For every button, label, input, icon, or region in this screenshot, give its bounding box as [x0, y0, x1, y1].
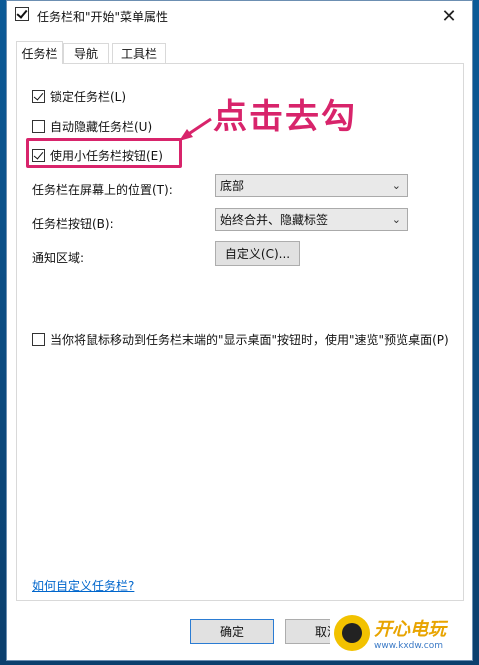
lock-taskbar-label: 锁定任务栏(L)	[50, 90, 127, 104]
autohide-label: 自动隐藏任务栏(U)	[50, 120, 153, 134]
watermark-logo-icon	[334, 615, 370, 651]
watermark-text: 开心电玩 www.kxdw.com	[374, 615, 446, 651]
notify-area-label: 通知区域:	[32, 251, 85, 265]
chevron-down-icon: ⌄	[391, 179, 401, 192]
ok-button[interactable]: 确定	[190, 619, 274, 644]
position-value: 底部	[220, 179, 245, 193]
window-title: 任务栏和"开始"菜单属性	[37, 10, 169, 24]
watermark-url: www.kxdw.com	[374, 641, 443, 651]
annotation-text: 点击去勾	[213, 97, 357, 137]
small-buttons-checkbox[interactable]	[32, 149, 45, 162]
tab-taskbar[interactable]: 任务栏	[16, 41, 63, 64]
close-button[interactable]: ✕	[426, 1, 472, 31]
lock-taskbar-checkbox[interactable]	[32, 90, 45, 103]
small-buttons-label: 使用小任务栏按钮(E)	[50, 149, 163, 163]
title-bar: 任务栏和"开始"菜单属性 ✕	[7, 1, 472, 31]
annotation-arrow-icon	[179, 117, 212, 141]
taskbar-buttons-label: 任务栏按钮(B):	[32, 217, 114, 231]
taskbar-buttons-value: 始终合并、隐藏标签	[220, 213, 329, 227]
peek-label: 当你将鼠标移动到任务栏末端的"显示桌面"按钮时，使用"速览"预览桌面(P)	[50, 333, 449, 347]
lock-taskbar-option[interactable]: 锁定任务栏(L)	[32, 88, 126, 105]
taskbar-buttons-select[interactable]: 始终合并、隐藏标签 ⌄	[215, 208, 408, 231]
peek-option[interactable]: 当你将鼠标移动到任务栏末端的"显示桌面"按钮时，使用"速览"预览桌面(P)	[32, 331, 449, 348]
site-watermark: 开心电玩 www.kxdw.com	[330, 608, 460, 658]
position-select[interactable]: 底部 ⌄	[215, 174, 408, 197]
taskbar-properties-dialog: 任务栏和"开始"菜单属性 ✕ 任务栏 导航 工具栏 锁定任务栏(L) 自动隐藏任…	[6, 0, 473, 661]
small-buttons-option[interactable]: 使用小任务栏按钮(E)	[32, 147, 163, 164]
peek-checkbox[interactable]	[32, 333, 45, 346]
position-label: 任务栏在屏幕上的位置(T):	[32, 183, 173, 197]
tab-toolbars[interactable]: 工具栏	[112, 43, 166, 63]
customize-button[interactable]: 自定义(C)...	[215, 241, 300, 266]
autohide-checkbox[interactable]	[32, 120, 45, 133]
watermark-main: 开心电玩	[374, 619, 446, 640]
customize-help-link[interactable]: 如何自定义任务栏?	[32, 577, 134, 594]
app-checkbox-icon	[15, 7, 29, 21]
tab-navigation[interactable]: 导航	[63, 43, 109, 63]
autohide-option[interactable]: 自动隐藏任务栏(U)	[32, 118, 152, 135]
chevron-down-icon: ⌄	[391, 213, 401, 226]
